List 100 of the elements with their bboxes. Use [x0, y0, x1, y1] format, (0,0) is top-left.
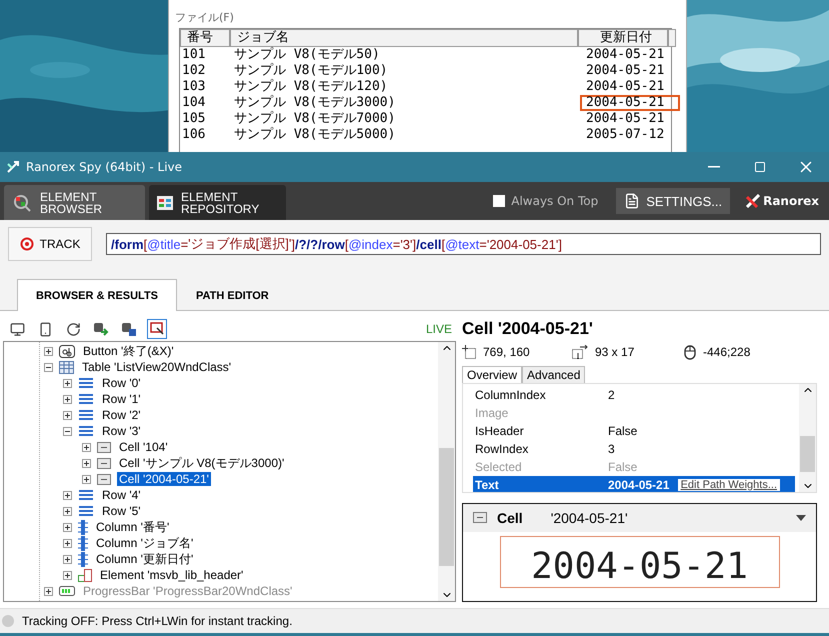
tree-item[interactable]: Row '1' [100, 392, 143, 406]
track-button[interactable]: TRACK [8, 227, 92, 261]
tree-item[interactable]: Element 'msvb_lib_header' [98, 568, 246, 582]
tree-item[interactable]: Column '更新日付' [94, 550, 196, 568]
view-tab[interactable]: BROWSER & RESULTS [17, 279, 178, 311]
tree-item[interactable]: Row '4' [100, 488, 143, 502]
expander-icon[interactable] [63, 490, 72, 500]
tree-item[interactable]: Button '終了(&X)' [81, 342, 176, 360]
expander-icon[interactable] [63, 410, 72, 420]
table-icon [59, 360, 74, 374]
expander-icon[interactable] [63, 522, 72, 532]
details-tab[interactable]: Overview [462, 366, 522, 384]
row-icon [78, 377, 94, 389]
property-row[interactable]: ColumnIndex 2 [473, 386, 795, 404]
expander-icon[interactable] [63, 538, 72, 548]
expander-icon[interactable] [44, 362, 53, 372]
tree-item[interactable]: Column '番号' [94, 518, 172, 536]
location-value: 769, 160 [483, 345, 530, 360]
property-value: 2004-05-21 [608, 477, 670, 492]
tree-item[interactable]: Cell '104' [117, 440, 170, 454]
property-row[interactable]: RowIndex 3 [473, 440, 795, 458]
expander-icon[interactable] [63, 394, 72, 404]
main-tab[interactable]: ELEMENT BROWSER [4, 185, 145, 220]
property-value: 2 [608, 387, 615, 404]
app-icon [6, 160, 20, 174]
expander-icon[interactable] [63, 554, 72, 564]
table-cell-text: サンプル V8(モデル5000) [233, 127, 396, 143]
cell-icon [473, 512, 487, 524]
table-cell-text: 2005-07-12 [585, 127, 666, 143]
expander-icon[interactable] [82, 442, 91, 452]
expander-icon[interactable] [63, 426, 72, 436]
progress-bar-icon [59, 586, 75, 596]
row-icon [78, 489, 94, 501]
row-icon [78, 425, 94, 437]
table-cell-text: 2004-05-21 [585, 63, 666, 79]
table-cell-text: 2004-05-21 [585, 79, 666, 95]
table-cell-text: 2004-05-21 [585, 47, 666, 63]
tree-item[interactable]: Row '3' [100, 424, 143, 438]
table-cell-text: サンプル V8(モデル100) [233, 63, 389, 79]
table-cell-text: サンプル V8(モデル50) [233, 47, 381, 63]
property-row[interactable]: IsHeader False [473, 422, 795, 440]
live-label: LIVE [426, 322, 452, 336]
minimize-icon [708, 166, 720, 168]
column-icon [78, 552, 88, 566]
maximize-icon [754, 161, 766, 173]
file-menu[interactable]: ファイル(F) [169, 0, 686, 28]
cell-icon [97, 474, 111, 484]
column-header[interactable]: 番号 [180, 29, 230, 47]
table-cell-text: 101 [181, 47, 206, 63]
checkbox[interactable] [493, 195, 506, 207]
property-name: ColumnIndex [475, 387, 547, 404]
table-cell: 2004-05-21 [580, 95, 680, 111]
column-header-filler [668, 29, 676, 47]
tree-item[interactable]: Column 'ジョブ名' [94, 534, 196, 552]
property-value: 3 [608, 441, 615, 458]
column-header[interactable]: ジョブ名 [230, 29, 578, 47]
checkbox-label: Always On Top [511, 194, 598, 208]
column-header[interactable]: 更新日付 [578, 29, 668, 47]
expander-icon[interactable] [63, 506, 72, 516]
path-field[interactable]: /form[@title='ジョブ作成[選択]']/?/?/row[@index='3']/cell[@text='2004-05-21'] [106, 233, 821, 255]
highlight-icon[interactable] [147, 319, 167, 339]
view-tab[interactable]: PATH EDITOR [177, 279, 288, 311]
scrollbar[interactable] [799, 384, 816, 492]
property-name: IsHeader [475, 423, 525, 440]
size-icon [572, 345, 588, 360]
scrollbar[interactable] [438, 342, 455, 601]
property-value: False [608, 459, 638, 476]
repository-icon [157, 196, 173, 210]
dropdown-icon[interactable] [796, 514, 806, 521]
expander-icon[interactable] [82, 458, 91, 468]
expander-icon[interactable] [63, 570, 72, 580]
element-title: Cell '2004-05-21' [462, 319, 594, 340]
settings-button[interactable]: SETTINGS... [616, 188, 730, 214]
window-title: Ranorex Spy (64bit) - Live [26, 160, 184, 174]
main-tab[interactable]: ELEMENT REPOSITORY [149, 185, 286, 220]
table-cell-text: サンプル V8(モデル7000) [233, 111, 396, 127]
expander-icon[interactable] [44, 346, 53, 356]
button-icon [59, 344, 75, 358]
edit-path-weights-link[interactable]: Edit Path Weights... [678, 478, 780, 491]
search-icon [12, 192, 32, 212]
row-icon [78, 505, 94, 517]
tree-item[interactable]: Cell '2004-05-21' [117, 472, 211, 486]
property-name: RowIndex [475, 441, 530, 458]
element-name: '2004-05-21' [550, 510, 628, 526]
table-cell-text: 103 [181, 79, 206, 95]
expander-icon[interactable] [82, 474, 91, 484]
tree-item[interactable]: Row '0' [100, 376, 143, 390]
tracking-status-icon [2, 615, 14, 627]
details-tab[interactable]: Advanced [522, 366, 586, 384]
column-icon [78, 536, 88, 550]
tree-item[interactable]: Cell 'サンプル V8(モデル3000)' [117, 454, 286, 472]
document-icon [624, 193, 640, 209]
tree-item[interactable]: Row '2' [100, 408, 143, 422]
table-cell-text: 105 [181, 111, 206, 127]
property-name: Text [475, 477, 500, 492]
tree-item[interactable]: Table 'ListView20WndClass' [80, 360, 234, 374]
logo-icon [746, 194, 760, 208]
size-value: 93 x 17 [595, 345, 634, 360]
tree-item[interactable]: Row '5' [100, 504, 143, 518]
expander-icon[interactable] [63, 378, 72, 388]
